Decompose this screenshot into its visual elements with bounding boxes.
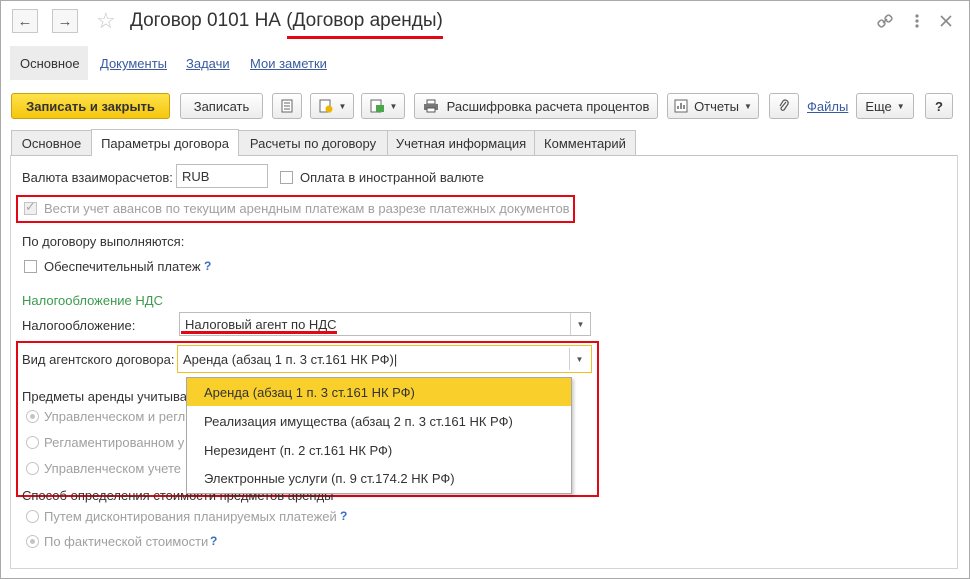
- reports-label: Отчеты: [694, 98, 739, 114]
- tab-accounting-info[interactable]: Учетная информация: [387, 130, 535, 155]
- chevron-down-icon: ▼: [576, 319, 585, 329]
- rent-opt3-label: Управленческом учете: [44, 461, 182, 476]
- section-tasks-link[interactable]: Задачи: [186, 56, 230, 71]
- section-notes-link[interactable]: Мои заметки: [250, 56, 327, 71]
- decode-interest-button[interactable]: Расшифровка расчета процентов: [414, 93, 658, 119]
- rent-opt1-label: Управленческом и регл: [44, 409, 186, 424]
- chevron-down-icon: ▼: [575, 354, 584, 364]
- attach-button[interactable]: [769, 93, 799, 119]
- cost-opt2-label: По фактической стоимости: [44, 534, 209, 549]
- rent-opt2-label: Регламентированном у: [44, 435, 185, 450]
- taxation-dropdown-button[interactable]: ▼: [570, 313, 590, 335]
- back-button[interactable]: ←: [12, 9, 38, 33]
- taxation-highlight-underline: [181, 331, 337, 334]
- security-payment-label: Обеспечительный платеж: [44, 259, 201, 274]
- document-create-icon: [319, 99, 333, 113]
- cost-opt1-label: Путем дисконтирования планируемых платеж…: [44, 509, 337, 524]
- currency-field[interactable]: RUB: [176, 164, 268, 188]
- section-main-label: Основное: [20, 56, 80, 71]
- agent-contract-label: Вид агентского договора:: [22, 352, 175, 367]
- more-menu-icon[interactable]: [909, 13, 925, 29]
- help-button[interactable]: ?: [925, 93, 953, 119]
- document-structure-icon: [370, 99, 384, 113]
- dropdown-item[interactable]: Реализация имущества (абзац 2 п. 3 ст.16…: [187, 407, 571, 435]
- taxation-value: Налоговый агент по НДС: [185, 317, 337, 332]
- rent-opt2-radio[interactable]: [26, 436, 39, 449]
- advance-tracking-checkbox[interactable]: [24, 199, 37, 215]
- title-highlight-underline: [287, 36, 443, 39]
- chevron-down-icon: ▼: [744, 101, 752, 111]
- chevron-down-icon: ▼: [896, 101, 905, 111]
- title-subtitle: (Договор аренды): [286, 10, 443, 31]
- save-and-close-button[interactable]: Записать и закрыть: [11, 93, 170, 119]
- files-link[interactable]: Файлы: [807, 99, 848, 114]
- rent-opt1-radio[interactable]: [26, 410, 39, 423]
- taxation-label: Налогообложение:: [22, 318, 136, 333]
- agent-contract-value: Аренда (абзац 1 п. 3 ст.161 НК РФ): [183, 352, 394, 367]
- arrow-right-icon: →: [57, 12, 73, 30]
- security-payment-help-icon[interactable]: ?: [204, 259, 211, 273]
- chevron-down-icon: ▼: [338, 101, 347, 111]
- close-icon[interactable]: [939, 14, 953, 28]
- chevron-down-icon: ▼: [389, 101, 398, 111]
- agent-contract-select[interactable]: Аренда (абзац 1 п. 3 ст.161 НК РФ)|: [177, 345, 592, 373]
- more-actions-button[interactable]: Еще ▼: [856, 93, 914, 119]
- link-icon[interactable]: [877, 13, 893, 29]
- cost-opt2-help-icon[interactable]: ?: [210, 534, 217, 548]
- reports-button[interactable]: Отчеты ▼: [667, 93, 759, 119]
- favorite-star-icon[interactable]: ☆: [96, 8, 116, 34]
- page-title: Договор 0101 НА (Договор аренды): [130, 10, 443, 32]
- related-documents-button[interactable]: ▼: [361, 93, 405, 119]
- tab-contract-params[interactable]: Параметры договора: [91, 129, 239, 156]
- report-icon: [674, 99, 688, 113]
- cost-opt1-help-icon[interactable]: ?: [340, 509, 347, 523]
- dropdown-item[interactable]: Аренда (абзац 1 п. 3 ст.161 НК РФ): [187, 378, 571, 406]
- tab-comment[interactable]: Комментарий: [534, 130, 636, 155]
- list-view-button[interactable]: [272, 93, 302, 119]
- more-actions-label: Еще: [865, 98, 892, 114]
- foreign-payment-label: Оплата в иностранной валюте: [300, 170, 484, 185]
- agent-contract-dropdown-list: Аренда (абзац 1 п. 3 ст.161 НК РФ) Реали…: [186, 377, 572, 494]
- tab-main[interactable]: Основное: [11, 130, 92, 155]
- create-based-on-button[interactable]: ▼: [310, 93, 354, 119]
- agent-contract-dropdown-button[interactable]: ▼: [569, 348, 589, 370]
- advance-tracking-label: Вести учет авансов по текущим арендным п…: [44, 201, 570, 216]
- performed-label: По договору выполняются:: [22, 234, 185, 249]
- title-main: Договор 0101 НА: [130, 10, 281, 31]
- rent-opt3-radio[interactable]: [26, 462, 39, 475]
- foreign-payment-checkbox[interactable]: [280, 171, 293, 184]
- forward-button[interactable]: →: [52, 9, 78, 33]
- currency-label: Валюта взаиморасчетов:: [22, 170, 173, 185]
- dropdown-item[interactable]: Электронные услуги (п. 9 ст.174.2 НК РФ): [187, 464, 571, 492]
- dropdown-item[interactable]: Нерезидент (п. 2 ст.161 НК РФ): [187, 436, 571, 464]
- cost-opt2-radio[interactable]: [26, 535, 39, 548]
- list-icon: [281, 99, 293, 113]
- decode-interest-label: Расшифровка расчета процентов: [446, 98, 650, 114]
- section-documents-link[interactable]: Документы: [100, 56, 167, 71]
- rent-items-label: Предметы аренды учитыва: [22, 389, 187, 404]
- paperclip-icon: [779, 99, 789, 111]
- arrow-left-icon: ←: [17, 12, 33, 30]
- vat-section-title: Налогообложение НДС: [22, 293, 163, 308]
- tab-settlements[interactable]: Расчеты по договору: [238, 130, 388, 155]
- cost-opt1-radio[interactable]: [26, 510, 39, 523]
- print-icon: [423, 99, 438, 113]
- save-button[interactable]: Записать: [180, 93, 263, 119]
- security-payment-checkbox[interactable]: [24, 260, 37, 273]
